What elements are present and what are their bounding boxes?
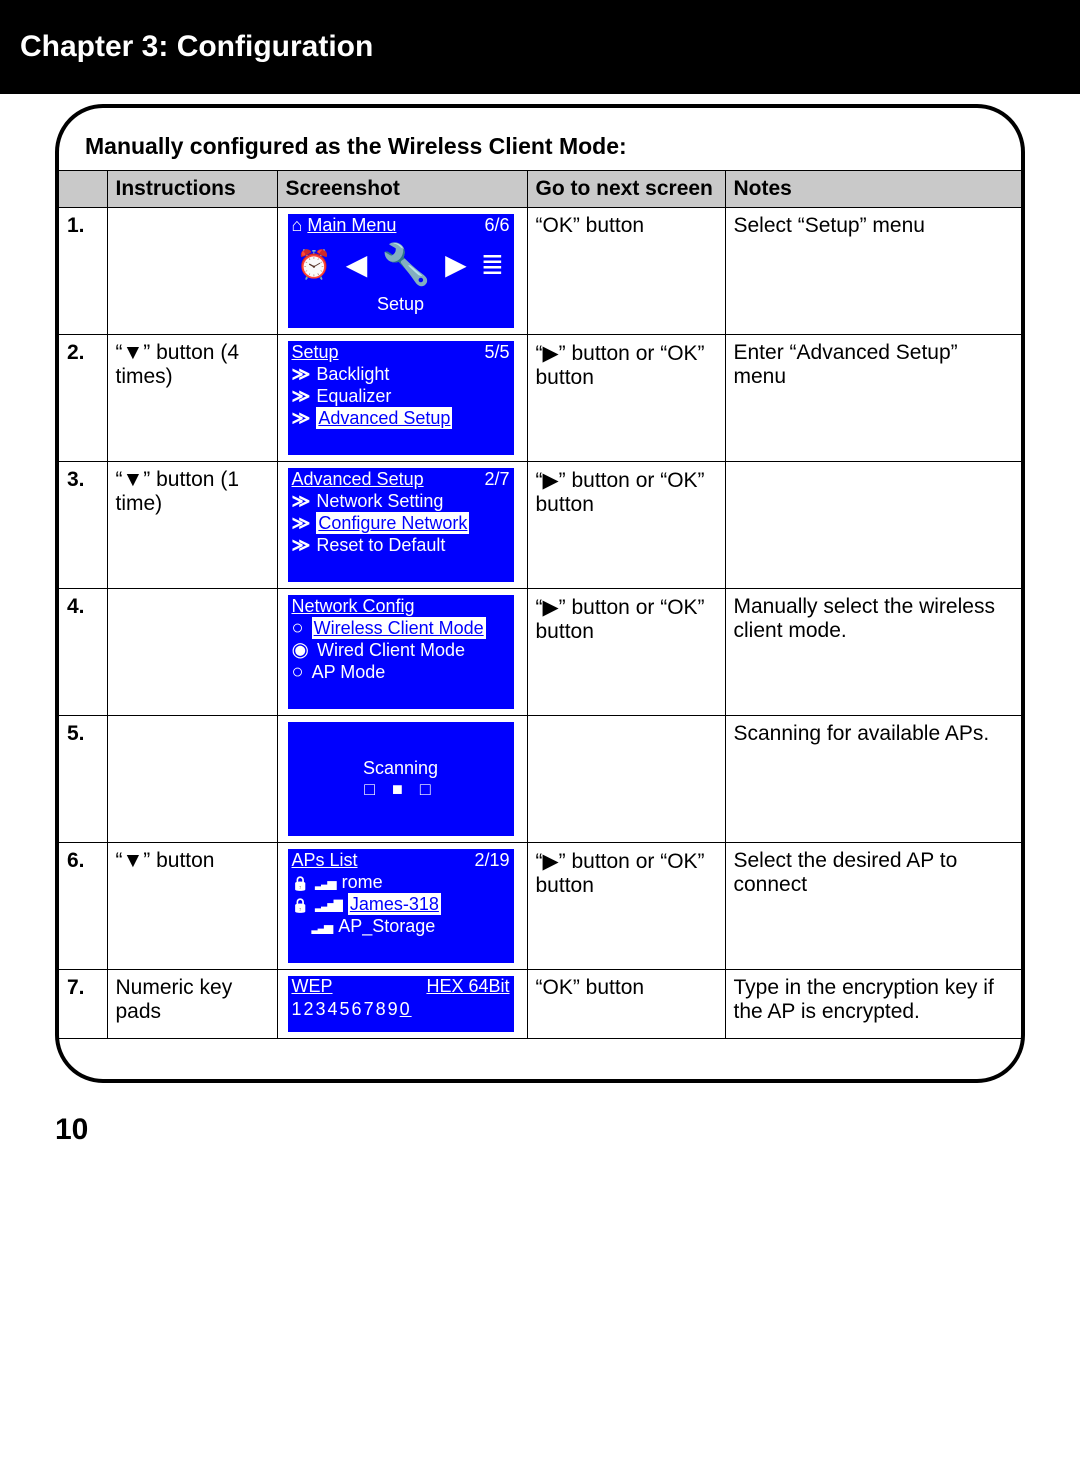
- table-row: 6.“▼” buttonAPs List2/19romeJames-318AP_…: [59, 843, 1021, 970]
- step-notes: [725, 462, 1021, 589]
- step-instructions: [107, 716, 277, 843]
- step-next: “▶” button or “OK” button: [527, 843, 725, 970]
- step-instructions: [107, 589, 277, 716]
- page-header: Chapter 3: Configuration: [0, 0, 1080, 94]
- instruction-table: Instructions Screenshot Go to next scree…: [59, 170, 1021, 1039]
- device-screen: Network ConfigWireless Client ModeWired …: [288, 595, 514, 709]
- step-instructions: Numeric key pads: [107, 970, 277, 1039]
- step-next: “OK” button: [527, 208, 725, 335]
- radio-icon: [292, 661, 308, 683]
- step-next: [527, 716, 725, 843]
- step-screenshot: WEPHEX 64Bit1234567890: [277, 970, 527, 1039]
- table-row: 1.⌂ Main Menu6/6 ⏰◀🔧▶≣ Setup“OK” buttonS…: [59, 208, 1021, 335]
- step-number: 2.: [59, 335, 107, 462]
- step-number: 5.: [59, 716, 107, 843]
- table-row: 4. Network ConfigWireless Client ModeWire…: [59, 589, 1021, 716]
- step-instructions: “▼” button (4 times): [107, 335, 277, 462]
- col-notes: Notes: [725, 171, 1021, 208]
- table-row: 5. Scanning□ ■ □ Scanning for available AP…: [59, 716, 1021, 843]
- col-next: Go to next screen: [527, 171, 725, 208]
- chevron-icon: [292, 385, 313, 407]
- step-next: “OK” button: [527, 970, 725, 1039]
- step-number: 6.: [59, 843, 107, 970]
- chevron-icon: [292, 512, 313, 534]
- lock-icon: [292, 871, 311, 894]
- left-icon: ◀: [346, 248, 368, 281]
- step-screenshot: ⌂ Main Menu6/6 ⏰◀🔧▶≣ Setup: [277, 208, 527, 335]
- step-number: 4.: [59, 589, 107, 716]
- device-screen: Scanning□ ■ □: [288, 722, 514, 836]
- signal-icon: [315, 870, 338, 894]
- step-screenshot: Advanced Setup2/7Network SettingConfigur…: [277, 462, 527, 589]
- radio-icon: [292, 639, 313, 661]
- page-number: 10: [55, 1113, 1080, 1147]
- step-number: 1.: [59, 208, 107, 335]
- step-instructions: “▼” button: [107, 843, 277, 970]
- home-icon: ⌂: [292, 215, 303, 235]
- step-notes: Type in the encryption key if the AP is …: [725, 970, 1021, 1039]
- chevron-icon: [292, 407, 313, 429]
- step-notes: Select “Setup” menu: [725, 208, 1021, 335]
- table-header-row: Instructions Screenshot Go to next scree…: [59, 171, 1021, 208]
- step-notes: Manually select the wireless client mode…: [725, 589, 1021, 716]
- alarm-icon: ⏰: [297, 248, 332, 281]
- content-panel: Manually configured as the Wireless Clie…: [55, 104, 1025, 1083]
- step-screenshot: Setup5/5BacklightEqualizerAdvanced Setup: [277, 335, 527, 462]
- step-next: “▶” button or “OK” button: [527, 335, 725, 462]
- table-row: 7.Numeric key padsWEPHEX 64Bit1234567890…: [59, 970, 1021, 1039]
- step-instructions: “▼” button (1 time): [107, 462, 277, 589]
- step-screenshot: Network ConfigWireless Client ModeWired …: [277, 589, 527, 716]
- step-next: “▶” button or “OK” button: [527, 462, 725, 589]
- list-icon: ≣: [481, 248, 504, 281]
- right-icon: ▶: [445, 248, 467, 281]
- device-screen: ⌂ Main Menu6/6 ⏰◀🔧▶≣ Setup: [288, 214, 514, 328]
- radio-icon: [292, 617, 308, 639]
- device-screen: Advanced Setup2/7Network SettingConfigur…: [288, 468, 514, 582]
- step-instructions: [107, 208, 277, 335]
- step-number: 3.: [59, 462, 107, 589]
- col-instructions: Instructions: [107, 171, 277, 208]
- step-screenshot: APs List2/19romeJames-318AP_Storage: [277, 843, 527, 970]
- device-screen: Setup5/5BacklightEqualizerAdvanced Setup: [288, 341, 514, 455]
- chevron-icon: [292, 534, 313, 556]
- table-row: 3.“▼” button (1 time)Advanced Setup2/7Ne…: [59, 462, 1021, 589]
- step-notes: Scanning for available APs.: [725, 716, 1021, 843]
- signal-icon: [315, 892, 344, 916]
- panel-title: Manually configured as the Wireless Clie…: [59, 133, 1021, 170]
- step-notes: Enter “Advanced Setup” menu: [725, 335, 1021, 462]
- chevron-icon: [292, 363, 313, 385]
- step-screenshot: Scanning□ ■ □: [277, 716, 527, 843]
- device-screen: WEPHEX 64Bit1234567890: [288, 976, 514, 1032]
- lock-icon: [292, 893, 311, 916]
- step-next: “▶” button or “OK” button: [527, 589, 725, 716]
- wrench-icon: 🔧: [381, 241, 431, 288]
- chevron-icon: [292, 490, 313, 512]
- step-notes: Select the desired AP to connect: [725, 843, 1021, 970]
- col-num: [59, 171, 107, 208]
- device-screen: APs List2/19romeJames-318AP_Storage: [288, 849, 514, 963]
- table-row: 2.“▼” button (4 times)Setup5/5BacklightE…: [59, 335, 1021, 462]
- signal-icon: [312, 914, 335, 938]
- step-number: 7.: [59, 970, 107, 1039]
- col-screenshot: Screenshot: [277, 171, 527, 208]
